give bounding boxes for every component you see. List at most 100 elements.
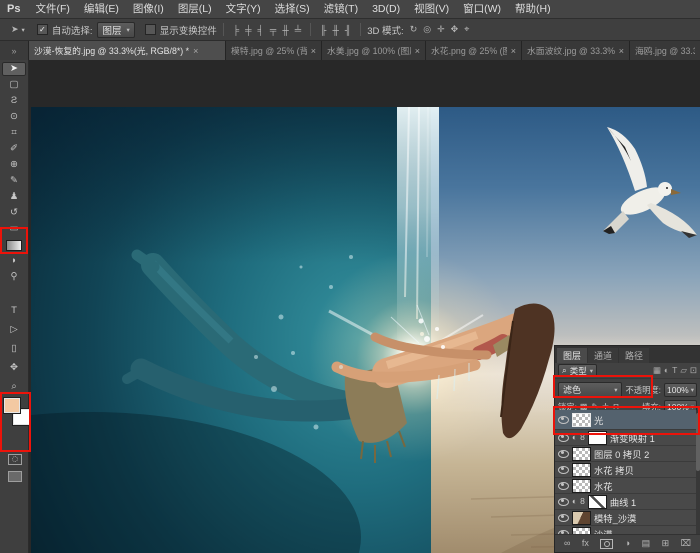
- distribute-icon[interactable]: ╢: [342, 25, 354, 35]
- filter-kind-icon[interactable]: ▱: [680, 366, 687, 375]
- align-icon[interactable]: ╧: [292, 25, 304, 35]
- new-layer-icon[interactable]: ⊞: [662, 539, 670, 548]
- document-tab[interactable]: 水面波纹.jpg @ 33.3%(…×: [522, 41, 630, 60]
- zoom-tool[interactable]: ⌕: [2, 380, 26, 394]
- dodge-tool[interactable]: ⚲: [2, 270, 26, 284]
- healing-brush-tool[interactable]: ⊕: [2, 158, 26, 172]
- menu-item[interactable]: 3D(D): [365, 0, 407, 18]
- filter-kind-icon[interactable]: T: [672, 366, 677, 375]
- layer-thumbnail[interactable]: [572, 447, 591, 461]
- menu-item[interactable]: 滤镜(T): [317, 0, 365, 18]
- eye-visibility-icon[interactable]: [558, 434, 569, 442]
- move-tool[interactable]: ➤: [2, 62, 26, 76]
- layer-row[interactable]: ◐8曲线 1: [555, 494, 700, 510]
- clone-stamp-tool[interactable]: ♟: [2, 190, 26, 204]
- foreground-color-swatch[interactable]: [4, 398, 20, 413]
- menu-item[interactable]: 视图(V): [407, 0, 456, 18]
- layer-thumbnail[interactable]: [572, 463, 591, 477]
- mode3d-icon[interactable]: ✥: [448, 24, 462, 35]
- tab-close-icon[interactable]: ×: [619, 46, 624, 56]
- tool-preset-caret-icon[interactable]: ▾: [22, 26, 25, 34]
- lasso-tool[interactable]: Ƨ: [2, 94, 26, 108]
- mode3d-icon[interactable]: ◎: [420, 24, 434, 35]
- menu-item[interactable]: 窗口(W): [456, 0, 508, 18]
- marquee-tool[interactable]: ▢: [2, 78, 26, 92]
- auto-select-checkbox[interactable]: ✓: [37, 24, 48, 35]
- type-tool[interactable]: T: [2, 304, 26, 318]
- distribute-icon[interactable]: ╫: [329, 25, 341, 35]
- layer-effects-icon[interactable]: fx: [582, 539, 589, 548]
- eye-visibility-icon[interactable]: [558, 482, 569, 490]
- align-icon[interactable]: ╪: [242, 25, 254, 35]
- filter-kind-icon[interactable]: ⊡: [690, 366, 697, 375]
- layer-thumbnail[interactable]: [572, 479, 591, 493]
- filter-type-dropdown[interactable]: ⌕ 类型 ▾: [558, 364, 597, 377]
- mode3d-icon[interactable]: ✛: [434, 24, 448, 35]
- eye-visibility-icon[interactable]: [558, 498, 569, 506]
- tab-close-icon[interactable]: ×: [511, 46, 516, 56]
- new-group-icon[interactable]: ▤: [642, 539, 651, 548]
- layer-row[interactable]: 图层 0 拷贝 2: [555, 446, 700, 462]
- layer-thumbnail[interactable]: [588, 495, 607, 509]
- align-icon[interactable]: ╤: [267, 25, 279, 35]
- mode3d-icon[interactable]: ⌖: [461, 24, 472, 35]
- menu-item[interactable]: 帮助(H): [508, 0, 558, 18]
- document-tab[interactable]: 水花.png @ 25% (图层…×: [426, 41, 522, 60]
- menu-item[interactable]: 文字(Y): [219, 0, 268, 18]
- adjustment-layer-icon[interactable]: ◑: [625, 539, 630, 548]
- tab-close-icon[interactable]: ×: [415, 46, 420, 56]
- blur-tool[interactable]: ◗: [2, 254, 26, 268]
- layer-row[interactable]: 水花 拷贝: [555, 462, 700, 478]
- layer-row[interactable]: 水花: [555, 478, 700, 494]
- layer-thumbnail[interactable]: [588, 431, 607, 445]
- menu-item[interactable]: 编辑(E): [77, 0, 126, 18]
- screen-mode-icon[interactable]: [8, 471, 22, 482]
- mode3d-icon[interactable]: ↻: [407, 24, 421, 35]
- shape-tool[interactable]: ▯: [2, 342, 26, 356]
- layer-row[interactable]: ◐8渐变映射 1: [555, 430, 700, 446]
- opacity-dropdown[interactable]: 100% ▾: [664, 383, 697, 397]
- eye-visibility-icon[interactable]: [558, 416, 569, 424]
- move-tool-preset-icon[interactable]: ➤: [8, 24, 22, 35]
- eraser-tool[interactable]: ▭: [2, 222, 26, 236]
- menu-item[interactable]: 图层(L): [171, 0, 219, 18]
- eyedropper-tool[interactable]: ✐: [2, 142, 26, 156]
- quick-mask-icon[interactable]: [8, 454, 22, 465]
- document-tab[interactable]: 沙漠-恢复的.jpg @ 33.3%(光, RGB/8*) *×: [29, 41, 226, 60]
- add-mask-icon[interactable]: [600, 539, 613, 549]
- history-brush-tool[interactable]: ↺: [2, 206, 26, 220]
- auto-select-dropdown[interactable]: 图层 ▾: [97, 22, 134, 38]
- show-transform-checkbox[interactable]: [145, 24, 156, 35]
- quick-select-tool[interactable]: ⊙: [2, 110, 26, 124]
- document-tab[interactable]: 海鸥.jpg @ 33.3% (图层…: [630, 41, 700, 60]
- tab-close-icon[interactable]: ×: [193, 46, 198, 56]
- eye-visibility-icon[interactable]: [558, 514, 569, 522]
- layer-thumbnail[interactable]: [572, 413, 591, 427]
- document-tab[interactable]: 水美.jpg @ 100% (图层…×: [322, 41, 426, 60]
- layer-row[interactable]: 模特_沙漠: [555, 510, 700, 526]
- link-layers-icon[interactable]: ∞: [564, 539, 570, 548]
- layers-scrollbar[interactable]: [696, 410, 700, 535]
- eye-visibility-icon[interactable]: [558, 466, 569, 474]
- crop-tool[interactable]: ⌗: [2, 126, 26, 140]
- gradient-tool[interactable]: [2, 238, 26, 252]
- align-icon[interactable]: ╞: [230, 25, 242, 35]
- brush-tool[interactable]: ✎: [2, 174, 26, 188]
- align-icon[interactable]: ╡: [255, 25, 267, 35]
- document-tab[interactable]: 模特.jpg @ 25% (背景…×: [226, 41, 322, 60]
- hand-tool[interactable]: ✥: [2, 361, 26, 375]
- delete-layer-icon[interactable]: ⌧: [681, 539, 691, 548]
- panel-tab-通道[interactable]: 通道: [588, 348, 618, 363]
- path-select-tool[interactable]: ▷: [2, 323, 26, 337]
- layer-row[interactable]: 光: [555, 410, 700, 430]
- panel-tab-路径[interactable]: 路径: [619, 348, 649, 363]
- tools-collapse-icon[interactable]: »: [0, 41, 29, 60]
- distribute-icon[interactable]: ╟: [317, 25, 329, 35]
- menu-item[interactable]: 图像(I): [126, 0, 171, 18]
- align-icon[interactable]: ╫: [279, 25, 291, 35]
- panel-tab-图层[interactable]: 图层: [557, 348, 587, 363]
- layer-thumbnail[interactable]: [572, 511, 591, 525]
- tab-close-icon[interactable]: ×: [311, 46, 316, 56]
- eye-visibility-icon[interactable]: [558, 450, 569, 458]
- menu-item[interactable]: 文件(F): [28, 0, 76, 18]
